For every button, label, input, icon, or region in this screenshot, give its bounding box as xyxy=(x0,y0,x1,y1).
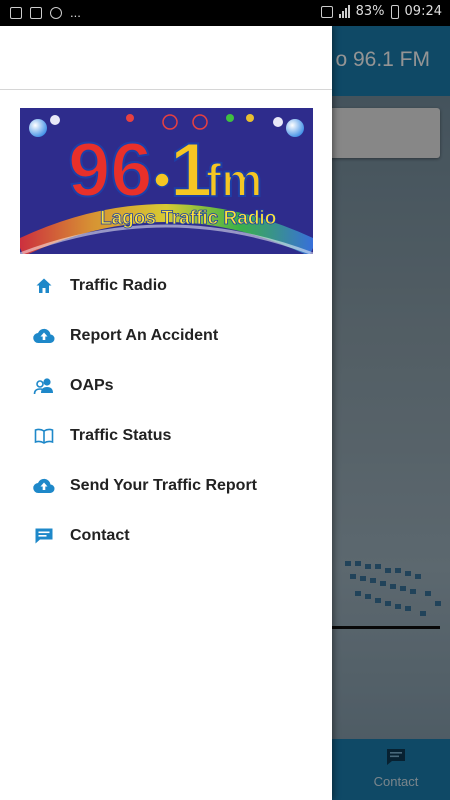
cloud-upload-icon xyxy=(33,325,55,347)
logo-subtitle: Lagos Traffic Radio xyxy=(100,208,276,229)
menu-item-label: Traffic Status xyxy=(70,427,172,444)
cloud-upload-icon xyxy=(33,475,55,497)
menu-item-contact[interactable]: Contact xyxy=(0,511,332,561)
logo-dot xyxy=(154,172,170,188)
menu-item-report-accident[interactable]: Report An Accident xyxy=(0,311,332,361)
menu-item-label: Contact xyxy=(70,527,130,544)
battery-icon xyxy=(390,4,399,19)
logo-96-text: 96 xyxy=(68,128,153,213)
people-icon xyxy=(33,375,55,397)
book-icon xyxy=(33,425,55,447)
more-notifications: ... xyxy=(70,5,81,20)
gallery-icon xyxy=(10,6,22,19)
menu-item-traffic-radio[interactable]: Traffic Radio xyxy=(0,261,332,311)
menu-item-label: Report An Accident xyxy=(70,327,219,344)
menu-item-oaps[interactable]: OAPs xyxy=(0,361,332,411)
menu-item-label: Traffic Radio xyxy=(70,277,167,294)
home-icon xyxy=(33,275,55,297)
menu-item-label: OAPs xyxy=(70,377,114,394)
station-logo-banner: 96 1 fm Lagos Traffic Radio xyxy=(20,108,313,254)
menu-item-traffic-status[interactable]: Traffic Status xyxy=(0,411,332,461)
battery-percent: 83% xyxy=(355,4,385,19)
drawer-header xyxy=(0,26,332,90)
drawer-menu: Traffic Radio Report An Accident OAPs Tr… xyxy=(0,261,332,561)
station-logo: 96 1 fm Lagos Traffic Radio xyxy=(20,108,313,254)
message-icon xyxy=(30,6,42,19)
navigation-drawer: 96 1 fm Lagos Traffic Radio Traffic Radi… xyxy=(0,26,332,800)
chat-icon xyxy=(33,525,55,547)
status-bar: ... 83% 09:24 xyxy=(0,0,450,26)
alarm-icon xyxy=(320,5,333,18)
signal-icon xyxy=(338,5,350,18)
menu-item-send-traffic-report[interactable]: Send Your Traffic Report xyxy=(0,461,332,511)
clock: 09:24 xyxy=(404,4,442,19)
sync-icon xyxy=(50,6,62,19)
logo-fm-text: fm xyxy=(206,154,262,206)
menu-item-label: Send Your Traffic Report xyxy=(70,477,257,494)
